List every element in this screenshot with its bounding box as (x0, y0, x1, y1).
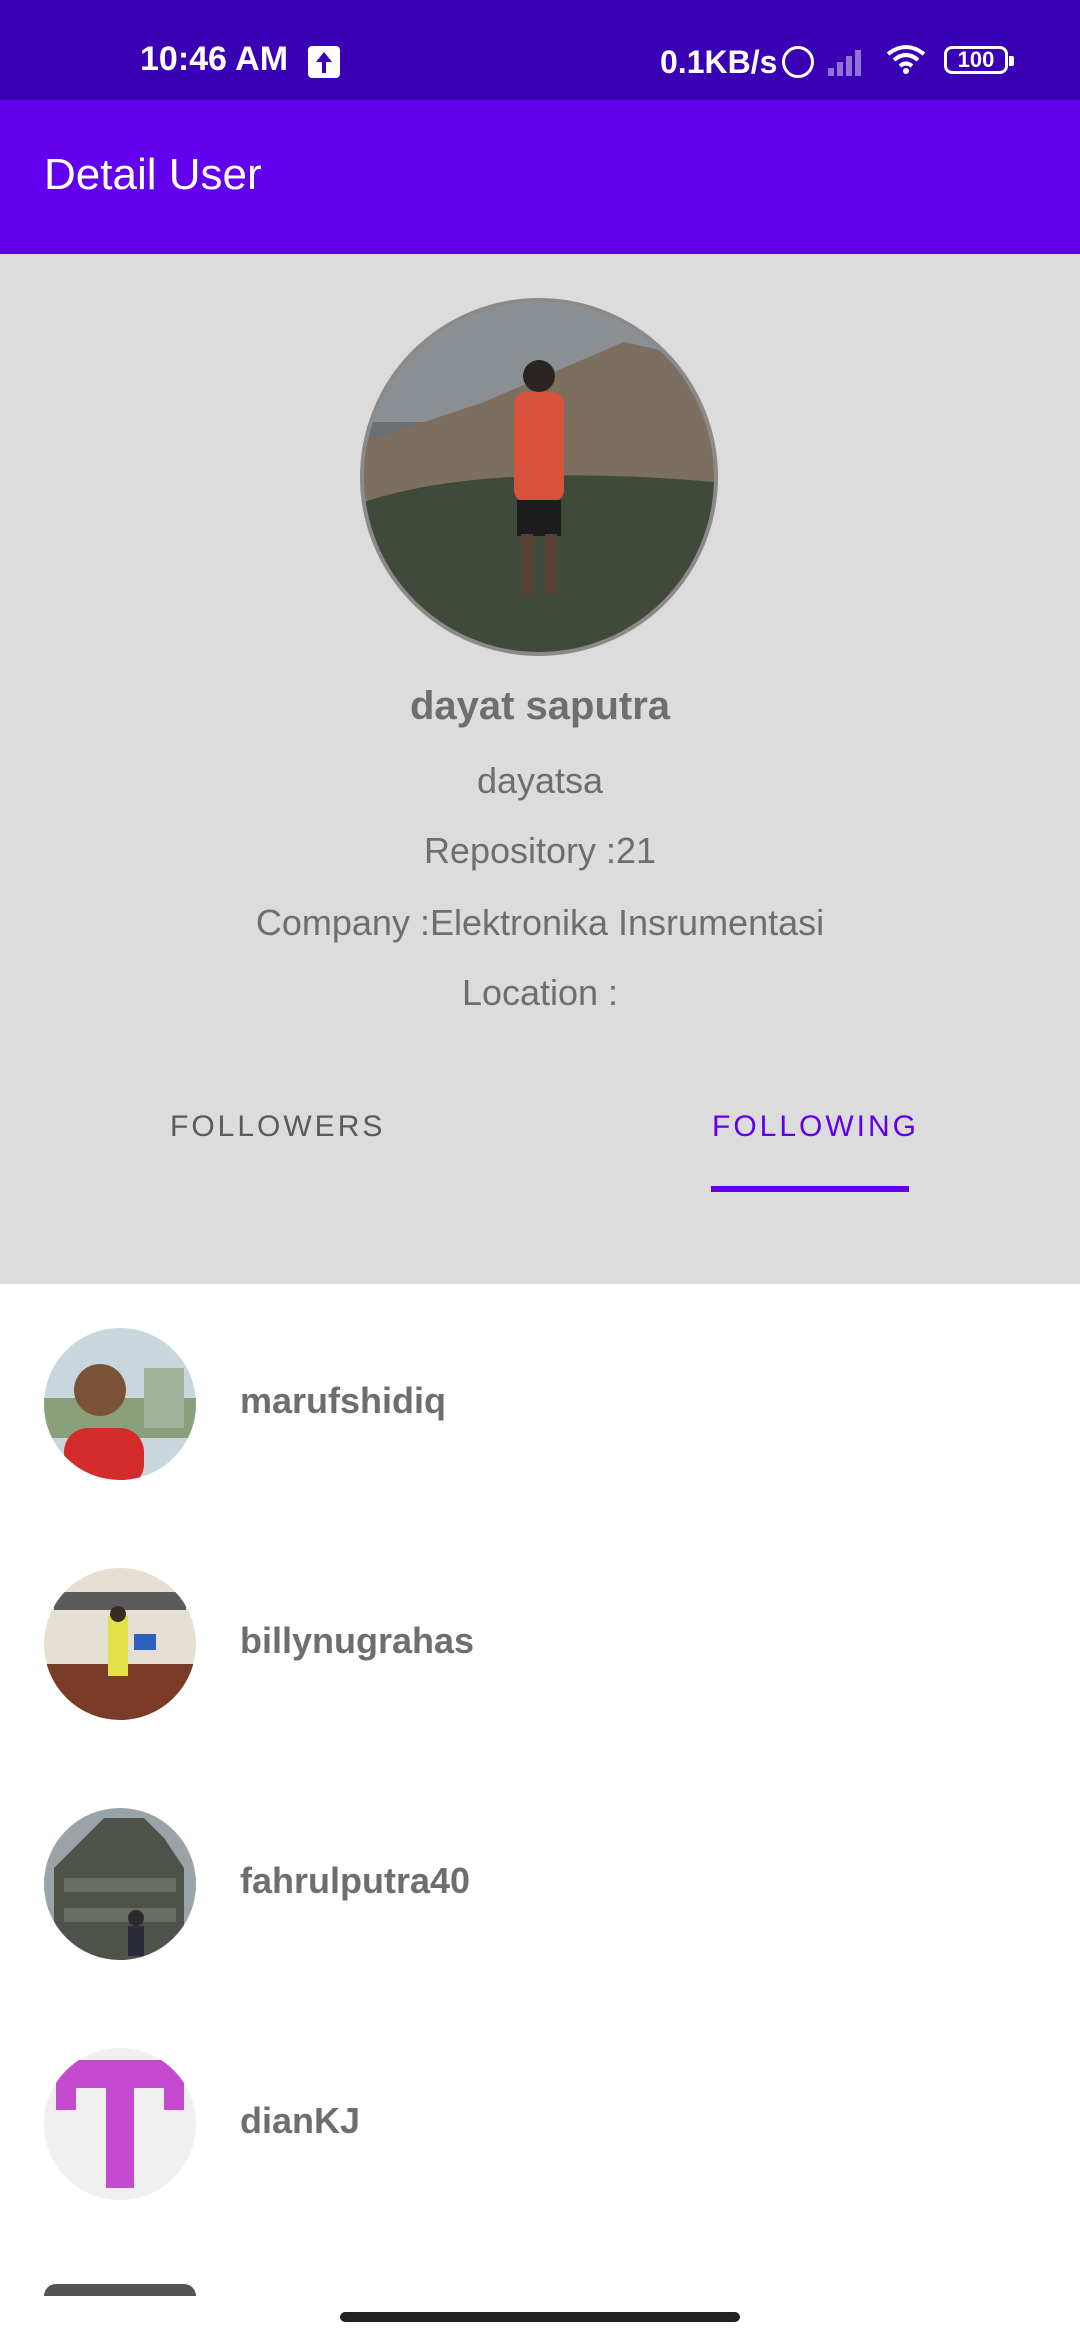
list-item[interactable]: fahrulputra40 (0, 1764, 1080, 2004)
user-avatar (44, 1328, 196, 1480)
profile-username: dayatsa (476, 760, 604, 801)
status-time: 10:46 AM (140, 40, 289, 78)
user-login: fahrulputra40 (240, 1860, 471, 1901)
signal-icon (828, 46, 870, 76)
page-title: Detail User (44, 150, 262, 199)
profile-location: Location : (461, 972, 619, 1013)
battery-icon: 100 (944, 46, 1014, 74)
app-bar: Detail User (0, 100, 1080, 254)
tab-following[interactable]: FOLLOWING (712, 1110, 919, 1144)
upload-icon (308, 46, 340, 78)
status-bar: 10:46 AM 0.1KB/s 100 (0, 0, 1080, 100)
user-avatar (44, 1568, 196, 1720)
profile-name: dayat saputra (409, 684, 671, 728)
list-item[interactable]: billynugrahas (0, 1524, 1080, 1764)
profile-repository: Repository :21 (423, 830, 657, 871)
user-avatar-partial (44, 2284, 196, 2296)
alarm-icon (782, 46, 814, 78)
user-avatar (44, 2048, 196, 2200)
network-speed: 0.1KB/s (660, 44, 778, 80)
user-login: billynugrahas (240, 1620, 475, 1661)
user-avatar (44, 1808, 196, 1960)
tab-followers[interactable]: FOLLOWERS (170, 1110, 385, 1144)
wifi-icon (886, 45, 926, 74)
list-item[interactable]: dianKJ (0, 2004, 1080, 2244)
user-login: marufshidiq (240, 1380, 447, 1421)
home-indicator[interactable] (340, 2312, 740, 2322)
profile-avatar (360, 298, 718, 656)
profile-company: Company :Elektronika Insrumentasi (255, 902, 825, 943)
list-item[interactable]: marufshidiq (0, 1284, 1080, 1524)
user-login: dianKJ (240, 2100, 361, 2141)
tab-indicator (711, 1186, 909, 1192)
profile-section: dayat saputra dayatsa Repository :21 Com… (0, 254, 1080, 1284)
